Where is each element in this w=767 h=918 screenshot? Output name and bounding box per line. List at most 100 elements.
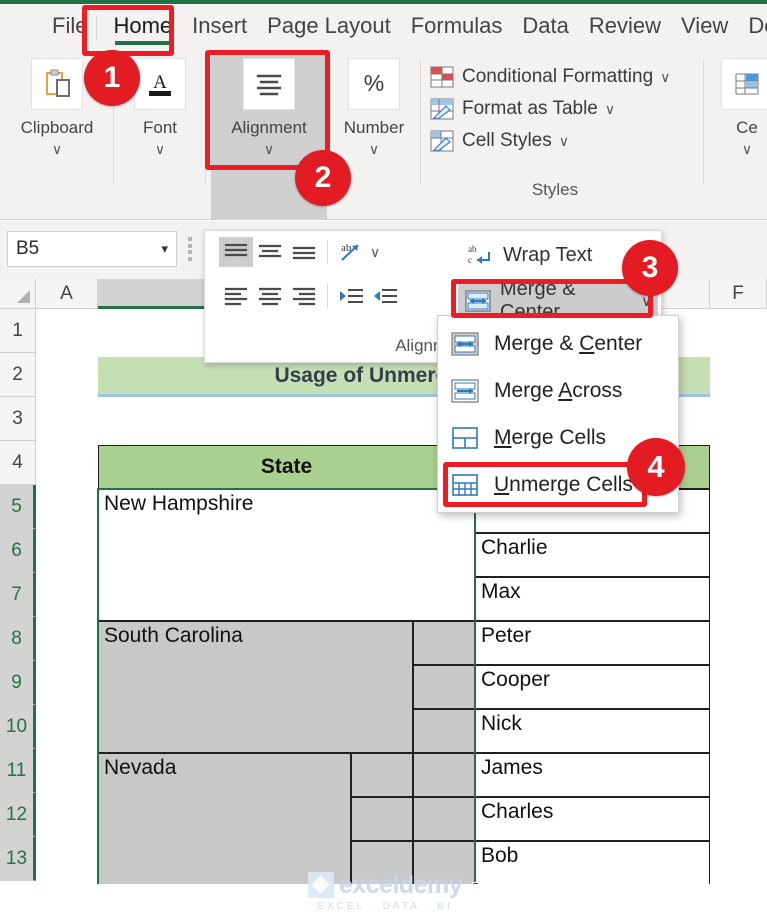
tab-page-layout[interactable]: Page Layout xyxy=(257,9,401,45)
menu-item-merge-center[interactable]: Merge & Center xyxy=(438,320,678,367)
menu-item-merge-across[interactable]: Merge Across xyxy=(438,367,678,414)
decrease-indent-button[interactable] xyxy=(334,281,368,311)
align-icon[interactable] xyxy=(243,58,295,110)
row-header-12[interactable]: 12 xyxy=(0,793,36,837)
cell-styles-label: Cell Styles xyxy=(462,130,552,152)
tab-home[interactable]: Home xyxy=(103,9,182,45)
increase-indent-button[interactable] xyxy=(368,281,402,311)
blank-cell-c12[interactable] xyxy=(413,797,475,841)
name-cell-9[interactable]: Cooper xyxy=(475,665,710,709)
align-left-button[interactable] xyxy=(219,281,253,311)
clipboard-icon[interactable] xyxy=(31,58,83,110)
svg-text:A: A xyxy=(153,72,167,93)
tab-insert[interactable]: Insert xyxy=(182,9,257,45)
row-header-13[interactable]: 13 xyxy=(0,837,36,881)
row-header-2[interactable]: 2 xyxy=(0,353,36,397)
tab-page-layout-label: Page Layout xyxy=(267,13,391,38)
name-cell-7[interactable]: Max xyxy=(475,577,710,621)
chevron-down-icon[interactable]: ∨ xyxy=(660,69,670,86)
table-header-state-label: State xyxy=(261,455,312,479)
menu-item-merge-across-label: Merge Across xyxy=(494,379,622,403)
merge-center-button[interactable]: Merge & Center ∨ xyxy=(458,284,658,318)
orientation-icon[interactable]: ab xyxy=(334,237,368,267)
row-header-9[interactable]: 9 xyxy=(0,661,36,705)
name-cell-12[interactable]: Charles xyxy=(475,797,710,841)
merge-center-icon xyxy=(464,288,492,314)
tab-review[interactable]: Review xyxy=(579,9,671,45)
blank-cell-c8[interactable] xyxy=(413,621,475,665)
column-header-a[interactable]: A xyxy=(36,279,98,309)
chevron-down-icon[interactable]: ∨ xyxy=(559,133,569,150)
align-middle-button[interactable] xyxy=(253,237,287,267)
divider xyxy=(703,60,704,185)
unmerge-cells-icon xyxy=(450,471,480,499)
chevron-down-icon[interactable]: ∨ xyxy=(605,101,615,118)
name-cell-13[interactable]: Bob xyxy=(475,841,710,885)
tab-file[interactable]: File xyxy=(42,9,97,45)
name-cell-10[interactable]: Nick xyxy=(475,709,710,753)
tab-developer[interactable]: Devel xyxy=(738,9,767,45)
state-cell-nevada[interactable]: Nevada xyxy=(98,753,351,885)
blank-cell-c11[interactable] xyxy=(413,753,475,797)
row-header-11[interactable]: 11 xyxy=(0,749,36,793)
chevron-down-icon[interactable]: ∨ xyxy=(369,142,379,156)
conditional-formatting-button[interactable]: Conditional Formatting ∨ xyxy=(430,62,690,92)
align-center-button[interactable] xyxy=(253,281,287,311)
select-all-corner[interactable] xyxy=(0,279,36,309)
column-header-f[interactable]: F xyxy=(710,279,767,309)
row-header-10[interactable]: 10 xyxy=(0,705,36,749)
name-box-value: B5 xyxy=(16,238,161,260)
blank-cell-b12[interactable] xyxy=(351,797,413,841)
chevron-down-icon[interactable]: ∨ xyxy=(742,142,752,156)
tab-view-label: View xyxy=(681,13,728,38)
annotation-badge-4: 4 xyxy=(627,438,685,496)
tab-home-label: Home xyxy=(113,13,172,38)
formula-bar-grip[interactable] xyxy=(188,237,194,261)
blank-cell-b11[interactable] xyxy=(351,753,413,797)
format-as-table-button[interactable]: Format as Table ∨ xyxy=(430,94,690,124)
watermark-main: exceldemy xyxy=(308,871,462,900)
conditional-formatting-icon xyxy=(430,65,456,89)
row-header-1[interactable]: 1 xyxy=(0,309,36,353)
tab-formulas[interactable]: Formulas xyxy=(401,9,513,45)
tab-insert-label: Insert xyxy=(192,13,247,38)
align-bottom-button[interactable] xyxy=(287,237,321,267)
blank-cell-c9[interactable] xyxy=(413,665,475,709)
tab-data[interactable]: Data xyxy=(512,9,578,45)
cell-styles-button[interactable]: Cell Styles ∨ xyxy=(430,126,690,156)
name-box[interactable]: B5 ▾ xyxy=(7,231,177,267)
chevron-down-icon[interactable]: ∨ xyxy=(264,142,274,156)
chevron-down-icon[interactable]: ∨ xyxy=(155,142,165,156)
name-cell-8[interactable]: Peter xyxy=(475,621,710,665)
name-cell-6[interactable]: Charlie xyxy=(475,533,710,577)
state-cell-new-hampshire[interactable]: New Hampshire xyxy=(98,489,475,621)
percent-icon[interactable]: % xyxy=(348,58,400,110)
row-header-4[interactable]: 4 xyxy=(0,441,36,485)
tab-file-label: File xyxy=(52,13,87,38)
table-header-state[interactable]: State xyxy=(98,445,475,489)
tab-view[interactable]: View xyxy=(671,9,738,45)
row-header-5[interactable]: 5 xyxy=(0,485,36,529)
alignment-horizontal-row xyxy=(219,281,402,311)
state-cell-south-carolina[interactable]: South Carolina xyxy=(98,621,413,753)
blank-cell-c10[interactable] xyxy=(413,709,475,753)
align-top-button[interactable] xyxy=(219,237,253,267)
svg-text:ab: ab xyxy=(468,244,477,254)
name-cell-11[interactable]: James xyxy=(475,753,710,797)
chevron-down-icon[interactable]: ∨ xyxy=(370,244,380,261)
row-header-8[interactable]: 8 xyxy=(0,617,36,661)
format-as-table-label: Format as Table xyxy=(462,98,598,120)
row-header-7[interactable]: 7 xyxy=(0,573,36,617)
row-header-3[interactable]: 3 xyxy=(0,397,36,441)
insert-cells-icon[interactable] xyxy=(721,58,767,110)
align-right-button[interactable] xyxy=(287,281,321,311)
tab-review-label: Review xyxy=(589,13,661,38)
font-color-icon[interactable]: A xyxy=(134,58,186,110)
conditional-formatting-label: Conditional Formatting xyxy=(462,66,653,88)
chevron-down-icon[interactable]: ∨ xyxy=(52,142,62,156)
wrap-text-label: Wrap Text xyxy=(503,244,592,267)
chevron-down-icon[interactable]: ▾ xyxy=(161,241,168,257)
divider xyxy=(327,240,328,264)
row-header-6[interactable]: 6 xyxy=(0,529,36,573)
ribbon-group-cells[interactable]: Ce ∨ xyxy=(712,50,767,214)
